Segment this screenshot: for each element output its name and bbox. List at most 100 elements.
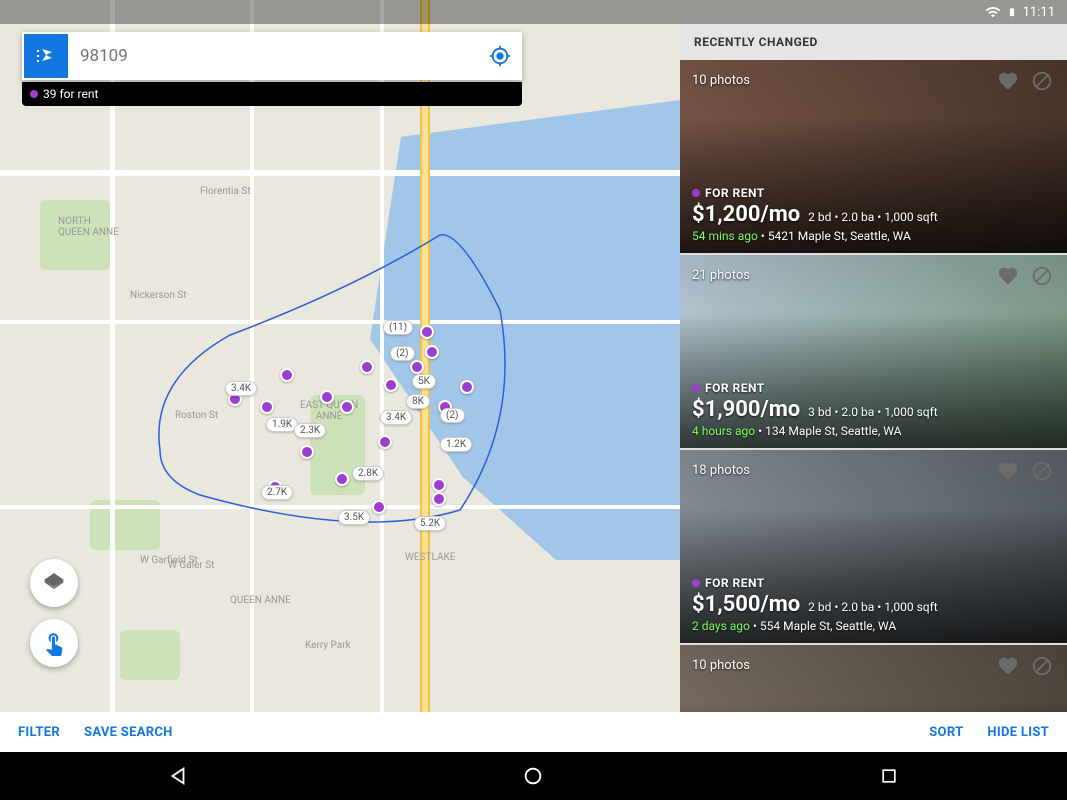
- status-dot-icon: [692, 384, 700, 392]
- listing-card[interactable]: 18 photos FOR RENT $1,500/mo2 bd • 2.0 b…: [680, 450, 1067, 645]
- listing-status: FOR RENT: [705, 576, 765, 590]
- favorite-button[interactable]: [995, 653, 1021, 679]
- map-marker-label[interactable]: 3.5K: [338, 510, 370, 525]
- hide-button[interactable]: [1029, 263, 1055, 289]
- map-marker-label[interactable]: 3.4K: [225, 381, 257, 396]
- street-label: Florentia St: [200, 186, 251, 197]
- area-label: NORTH QUEEN ANNE: [58, 216, 119, 238]
- map-marker[interactable]: [425, 345, 439, 359]
- map-marker[interactable]: [378, 435, 392, 449]
- home-icon: [522, 765, 544, 787]
- map-marker[interactable]: [460, 380, 474, 394]
- map-marker[interactable]: [432, 492, 446, 506]
- battery-icon: [1007, 4, 1017, 20]
- map-marker[interactable]: [432, 478, 446, 492]
- menu-button[interactable]: [24, 34, 68, 78]
- status-bar: 11:11: [0, 0, 1067, 24]
- map-marker-label[interactable]: (11): [383, 320, 413, 335]
- map-marker[interactable]: [300, 445, 314, 459]
- filter-button[interactable]: FILTER: [18, 725, 60, 740]
- sort-button[interactable]: SORT: [929, 725, 963, 740]
- street-label: Nickerson St: [130, 290, 187, 301]
- map-marker[interactable]: [340, 400, 354, 414]
- android-navbar: [0, 752, 1067, 800]
- home-button[interactable]: [493, 752, 573, 800]
- map-marker-label[interactable]: 8K: [406, 394, 430, 409]
- hide-button[interactable]: [1029, 653, 1055, 679]
- map-marker-label[interactable]: 2.8K: [352, 466, 384, 481]
- map-marker[interactable]: [420, 325, 434, 339]
- map-marker[interactable]: [260, 400, 274, 414]
- map-marker-label[interactable]: 5.2K: [414, 516, 446, 531]
- map-canvas[interactable]: Florentia St Roston St EAST QUEEN ANNE Q…: [0, 0, 680, 752]
- result-count-text: 39 for rent: [43, 87, 98, 101]
- status-dot-icon: [692, 189, 700, 197]
- crosshair-icon: [489, 45, 511, 67]
- listings-panel: RECENTLY CHANGED 10 photos FOR RENT $1,2…: [680, 24, 1067, 752]
- photo-count: 10 photos: [692, 73, 750, 88]
- heart-icon: [997, 460, 1019, 482]
- save-search-button[interactable]: SAVE SEARCH: [84, 725, 173, 740]
- search-input[interactable]: [70, 46, 478, 66]
- layers-button[interactable]: [30, 559, 78, 607]
- listing-age: 54 mins ago: [692, 229, 758, 243]
- listings-header: RECENTLY CHANGED: [680, 24, 1067, 60]
- listing-status: FOR RENT: [705, 381, 765, 395]
- map-marker[interactable]: [320, 390, 334, 404]
- listing-age: 4 hours ago: [692, 424, 755, 438]
- map-marker[interactable]: [280, 368, 294, 382]
- listing-card[interactable]: 10 photos FOR RENT $1,200/mo 2 bd • 2.0 b…: [680, 60, 1067, 255]
- map-marker[interactable]: [384, 378, 398, 392]
- no-icon: [1031, 70, 1053, 92]
- street-label: Kerry Park: [305, 640, 351, 651]
- locate-button[interactable]: [478, 32, 522, 80]
- back-icon: [167, 765, 189, 787]
- draw-button[interactable]: [30, 619, 78, 667]
- street-label: W Galer St: [168, 560, 214, 571]
- listing-address: • 5421 Maple St, Seattle, WA: [758, 229, 911, 243]
- back-button[interactable]: [138, 752, 218, 800]
- listing-details: 2 bd • 2.0 ba • 1,000 sqft: [808, 600, 938, 614]
- recents-button[interactable]: [849, 752, 929, 800]
- map-marker-label[interactable]: 5K: [412, 374, 436, 389]
- map-marker[interactable]: [360, 360, 374, 374]
- map-marker-label[interactable]: 3.4K: [380, 410, 412, 425]
- status-dot-icon: [692, 579, 700, 587]
- no-icon: [1031, 265, 1053, 287]
- listing-details: 3 bd • 2.0 ba • 1,000 sqft: [808, 405, 938, 419]
- map-marker-label[interactable]: (2): [440, 408, 465, 423]
- recents-icon: [879, 766, 899, 786]
- map-marker[interactable]: [372, 500, 386, 514]
- area-label: QUEEN ANNE: [230, 595, 291, 606]
- hide-button[interactable]: [1029, 458, 1055, 484]
- map-marker-label[interactable]: 1.2K: [440, 437, 472, 452]
- listing-price: $1,500/mo: [692, 592, 800, 617]
- listing-address: • 134 Maple St, Seattle, WA: [755, 424, 901, 438]
- listing-status: FOR RENT: [705, 186, 765, 200]
- photo-count: 21 photos: [692, 268, 750, 283]
- map-marker-label[interactable]: 2.7K: [261, 485, 293, 500]
- no-icon: [1031, 460, 1053, 482]
- map-marker-label[interactable]: (2): [390, 346, 415, 361]
- heart-icon: [997, 265, 1019, 287]
- listings-scroll[interactable]: 10 photos FOR RENT $1,200/mo 2 bd • 2.0 b…: [680, 60, 1067, 752]
- listing-price: $1,900/mo: [692, 397, 800, 422]
- heart-icon: [997, 70, 1019, 92]
- favorite-button[interactable]: [995, 458, 1021, 484]
- map-marker[interactable]: [410, 360, 424, 374]
- clock: 11:11: [1023, 5, 1055, 20]
- heart-icon: [997, 655, 1019, 677]
- listing-card[interactable]: 21 photos FOR RENT $1,900/mo 3 bd • 2.0 b…: [680, 255, 1067, 450]
- map-marker[interactable]: [335, 472, 349, 486]
- listing-details: 2 bd • 2.0 ba • 1,000 sqft: [808, 210, 938, 224]
- area-label: WESTLAKE: [405, 552, 455, 563]
- favorite-button[interactable]: [995, 68, 1021, 94]
- listing-price: $1,200/mo: [692, 202, 800, 227]
- listing-address: • 554 Maple St, Seattle, WA: [750, 619, 896, 633]
- favorite-button[interactable]: [995, 263, 1021, 289]
- hide-list-button[interactable]: HIDE LIST: [987, 725, 1049, 740]
- map-background: Florentia St Roston St EAST QUEEN ANNE Q…: [0, 0, 680, 752]
- search-box: [22, 32, 522, 80]
- hide-button[interactable]: [1029, 68, 1055, 94]
- map-marker-label[interactable]: 2.3K: [294, 423, 326, 438]
